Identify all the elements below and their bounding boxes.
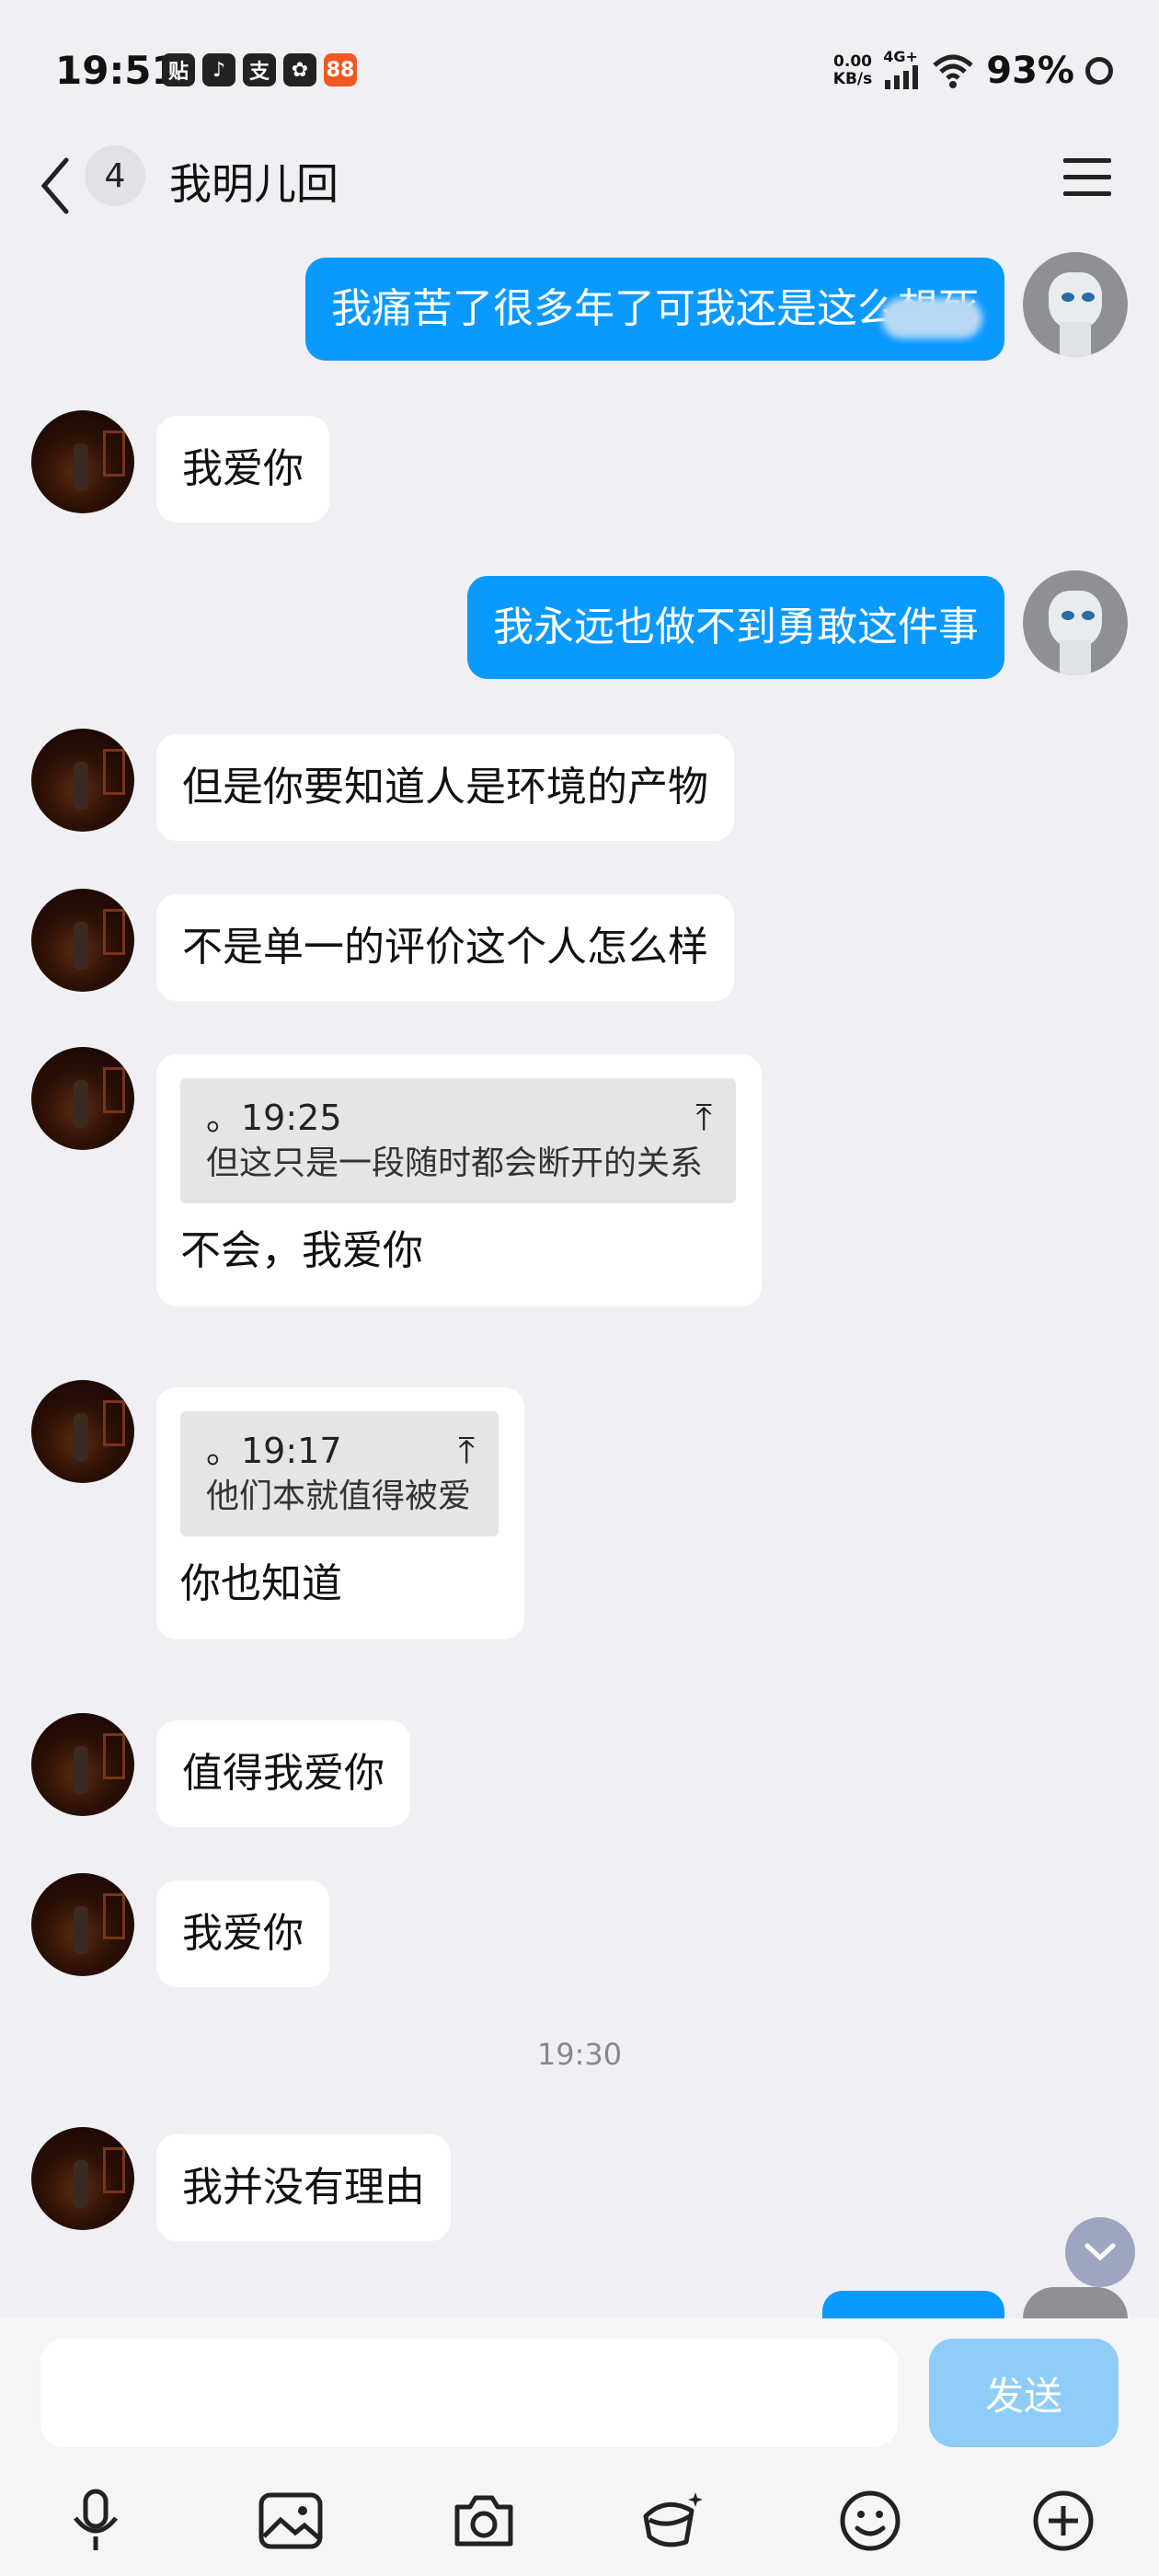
wechat-icon: ✿ bbox=[283, 53, 316, 86]
net-speed: 0.00 KB/s bbox=[832, 52, 873, 88]
message-text: 你也知道 bbox=[180, 1560, 342, 1607]
avatar-contact[interactable] bbox=[31, 2127, 134, 2230]
message-bubble-incoming[interactable]: 但是你要知道人是环境的产物 bbox=[156, 734, 734, 841]
avatar-contact[interactable] bbox=[31, 1713, 134, 1816]
red-packet-icon bbox=[643, 2492, 703, 2547]
jump-to-icon[interactable]: ⤒ bbox=[458, 1432, 475, 1469]
red-packet-button[interactable] bbox=[635, 2482, 712, 2559]
blur-overlay bbox=[881, 298, 982, 339]
avatar-contact[interactable] bbox=[31, 729, 134, 832]
scroll-to-bottom-button[interactable] bbox=[1065, 2217, 1135, 2287]
signal-icon: 4G+ bbox=[883, 48, 920, 93]
page-title: 我明儿回 bbox=[169, 159, 339, 209]
status-bar: 19:51 贴 ♪ 支 ✿ 88 0.00 KB/s 4G+ 93% bbox=[0, 0, 1159, 138]
quoted-message[interactable]: 。19:25 ⤒ 但这只是一段随时都会断开的关系 bbox=[180, 1078, 736, 1203]
plus-icon bbox=[1033, 2490, 1094, 2551]
back-arrow-icon[interactable] bbox=[39, 156, 72, 215]
net-speed-unit: KB/s bbox=[832, 69, 873, 88]
avatar-self-partial bbox=[1023, 2287, 1128, 2318]
message-text: 值得我爱你 bbox=[182, 1750, 384, 1797]
status-time: 19:51 bbox=[55, 48, 178, 93]
message-bubble-outgoing[interactable]: 我痛苦了很多年了可我还是这么想死 bbox=[305, 258, 1004, 361]
more-button[interactable] bbox=[1025, 2482, 1102, 2559]
message-bubble-incoming[interactable]: 值得我爱你 bbox=[156, 1720, 410, 1827]
input-area: 发送 bbox=[0, 2318, 1159, 2576]
message-text: 我爱你 bbox=[182, 445, 304, 492]
message-bubble-incoming[interactable]: 我爱你 bbox=[156, 1880, 329, 1987]
unread-badge[interactable]: 4 bbox=[85, 145, 145, 206]
alipay-icon: 支 bbox=[243, 53, 276, 86]
net-speed-value: 0.00 bbox=[833, 52, 872, 71]
time-divider: 19:30 bbox=[536, 2037, 623, 2072]
battery-level: 93% bbox=[986, 49, 1074, 92]
chevron-down-icon bbox=[1084, 2243, 1116, 2261]
avatar-contact[interactable] bbox=[31, 1380, 134, 1483]
camera-icon bbox=[454, 2495, 513, 2547]
image-icon bbox=[258, 2492, 323, 2549]
message-bubble-reply[interactable]: 。19:25 ⤒ 但这只是一段随时都会断开的关系 不会，我爱你 bbox=[156, 1054, 762, 1306]
message-bubble-outgoing-partial bbox=[822, 2291, 1004, 2318]
taobao-icon: 88 bbox=[324, 53, 357, 86]
voice-button[interactable] bbox=[57, 2482, 134, 2559]
quote-time: 。19:25 bbox=[206, 1098, 342, 1138]
message-input[interactable] bbox=[40, 2339, 898, 2447]
avatar-contact[interactable] bbox=[31, 410, 134, 513]
quote-text: 但这只是一段随时都会断开的关系 bbox=[206, 1144, 704, 1182]
avatar-self[interactable] bbox=[1023, 570, 1128, 675]
quoted-message[interactable]: 。19:17 ⤒ 他们本就值得被爱 bbox=[180, 1411, 499, 1536]
avatar-contact[interactable] bbox=[31, 1047, 134, 1150]
chat-header: 4 我明儿回 bbox=[0, 138, 1159, 239]
photo-button[interactable] bbox=[252, 2482, 329, 2559]
avatar-self[interactable] bbox=[1023, 252, 1128, 357]
tiktok-icon: ♪ bbox=[202, 53, 235, 86]
message-text: 我并没有理由 bbox=[182, 2164, 425, 2211]
menu-icon[interactable] bbox=[1061, 156, 1113, 199]
message-text: 我永远也做不到勇敢这件事 bbox=[493, 604, 979, 650]
tieba-icon: 贴 bbox=[162, 53, 195, 86]
input-toolbar bbox=[0, 2466, 1159, 2576]
avatar-contact[interactable] bbox=[31, 889, 134, 992]
emoji-button[interactable] bbox=[832, 2482, 909, 2559]
network-type: 4G+ bbox=[883, 48, 918, 65]
status-right: 0.00 KB/s 4G+ 93% bbox=[833, 48, 1113, 93]
camera-button[interactable] bbox=[445, 2482, 522, 2559]
jump-to-icon[interactable]: ⤒ bbox=[695, 1099, 712, 1136]
mic-icon bbox=[74, 2489, 118, 2550]
message-text: 不是单一的评价这个人怎么样 bbox=[182, 924, 708, 971]
message-bubble-outgoing[interactable]: 我永远也做不到勇敢这件事 bbox=[467, 576, 1004, 679]
message-bubble-incoming[interactable]: 不是单一的评价这个人怎么样 bbox=[156, 894, 734, 1001]
avatar-contact[interactable] bbox=[31, 1873, 134, 1976]
quote-text: 他们本就值得被爱 bbox=[206, 1478, 472, 1515]
battery-icon bbox=[1085, 56, 1113, 85]
wifi-icon bbox=[933, 54, 973, 88]
message-text: 不会，我爱你 bbox=[180, 1227, 423, 1274]
quote-time: 。19:17 bbox=[206, 1431, 342, 1471]
message-text: 但是你要知道人是环境的产物 bbox=[182, 764, 708, 811]
message-text: 我爱你 bbox=[182, 1910, 304, 1957]
emoji-icon bbox=[840, 2490, 901, 2551]
message-bubble-incoming[interactable]: 我爱你 bbox=[156, 416, 329, 523]
status-app-icons: 贴 ♪ 支 ✿ 88 bbox=[162, 53, 357, 86]
message-bubble-reply[interactable]: 。19:17 ⤒ 他们本就值得被爱 你也知道 bbox=[156, 1387, 524, 1639]
message-bubble-incoming[interactable]: 我并没有理由 bbox=[156, 2134, 451, 2241]
send-button[interactable]: 发送 bbox=[929, 2339, 1119, 2447]
